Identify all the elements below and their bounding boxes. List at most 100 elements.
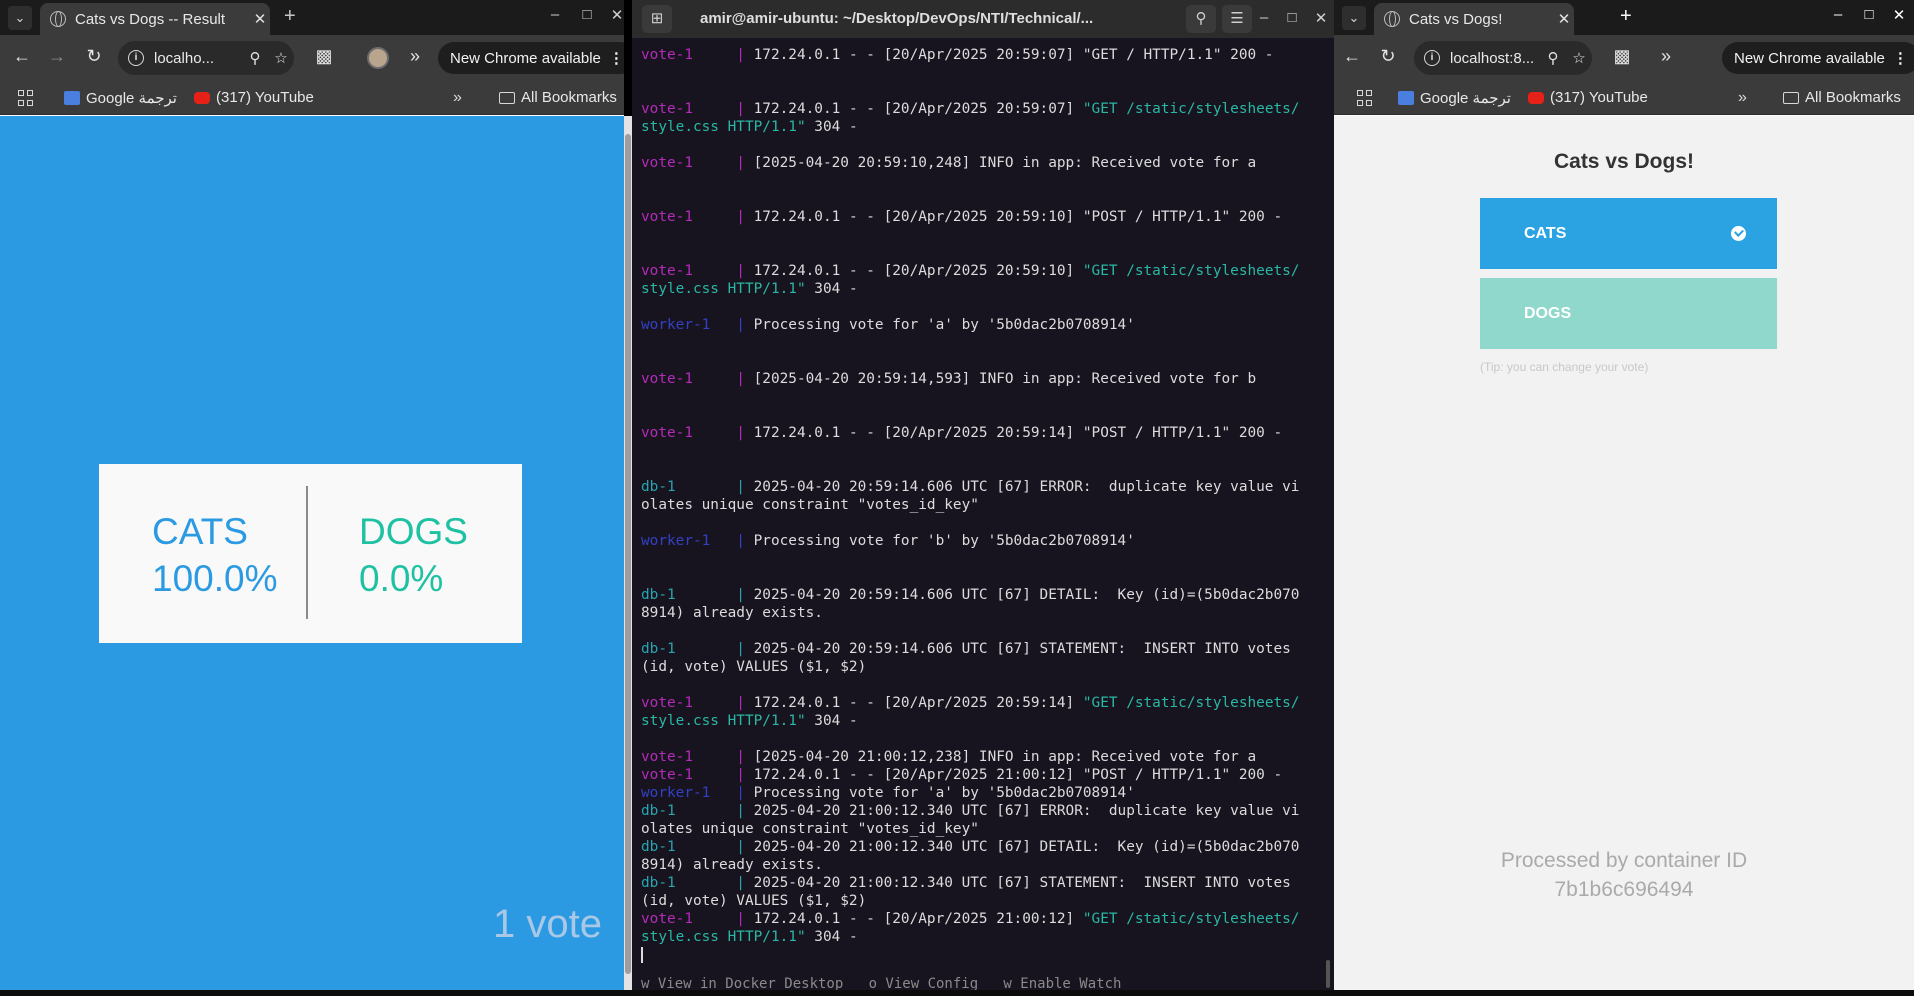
back-icon[interactable]: ← (10, 46, 34, 67)
service-name: db-1 (641, 479, 676, 495)
address-bar[interactable]: i localho... ⚲ ☆ (118, 41, 294, 75)
bookmarks-overflow-icon[interactable]: » (1738, 89, 1747, 107)
vote-cats-button[interactable]: CATS (1480, 198, 1777, 269)
tab-result[interactable]: Cats vs Dogs -- Result ✕ (40, 3, 270, 35)
terminal-line: 8914) already exists. (641, 856, 1315, 874)
close-icon[interactable]: ✕ (1309, 9, 1333, 27)
bookmark-label: Google ترجمة (86, 90, 177, 107)
close-tab-icon[interactable]: ✕ (1554, 10, 1574, 28)
service-name: db-1 (641, 839, 676, 855)
bookmark-star-icon[interactable]: ☆ (1566, 49, 1592, 67)
service-separator: | (692, 425, 754, 441)
close-window-icon[interactable]: ✕ (607, 6, 624, 24)
all-bookmarks[interactable]: All Bookmarks (1783, 89, 1901, 106)
bookmark-youtube[interactable]: (317) YouTube (1528, 89, 1648, 106)
hamburger-icon: ☰ (1230, 10, 1244, 27)
extensions-icon[interactable]: ▩ (1610, 46, 1634, 67)
service-name: vote-1 (641, 101, 693, 117)
log-status: 304 - (805, 281, 858, 297)
scrollbar-thumb[interactable] (625, 134, 631, 974)
maximize-icon[interactable]: □ (577, 6, 597, 23)
bookmark-label: (317) YouTube (216, 89, 314, 106)
vote-page: Cats vs Dogs! CATS DOGS (Tip: you can ch… (1334, 116, 1914, 990)
minimize-icon[interactable]: – (545, 6, 565, 23)
service-separator: | (692, 749, 754, 765)
new-chrome-available-button[interactable]: New Chrome available ⋮ (438, 42, 624, 74)
new-tab-icon[interactable]: + (1620, 5, 1632, 28)
apps-grid-icon[interactable] (18, 90, 34, 106)
profile-avatar[interactable] (367, 47, 389, 69)
terminal-line: vote-1 | 172.24.0.1 - - [20/Apr/2025 20:… (641, 694, 1315, 712)
close-window-icon[interactable]: ✕ (1889, 6, 1909, 24)
service-name: worker-1 (641, 317, 711, 333)
bookmark-google-translate[interactable]: Google ترجمة (64, 89, 177, 107)
url-text: localhost:8... (1450, 49, 1535, 67)
dogs-label: DOGS (359, 511, 468, 552)
terminal-line: (id, vote) VALUES ($1, $2) (641, 892, 1315, 910)
back-icon[interactable]: ← (1340, 46, 1364, 67)
minimize-icon[interactable]: – (1252, 9, 1276, 26)
terminal-line: (id, vote) VALUES ($1, $2) (641, 658, 1315, 676)
service-separator: | (710, 317, 754, 333)
log-text: 2025-04-20 21:00:12.340 UTC [67] DETAIL:… (753, 839, 1300, 855)
tab-search-icon[interactable]: ⌄ (8, 6, 32, 30)
tab-search-icon[interactable]: ⌄ (1342, 6, 1366, 30)
folder-icon (1783, 91, 1799, 104)
service-separator: | (675, 479, 754, 495)
terminal-line: worker-1 | Processing vote for 'a' by '5… (641, 316, 1315, 334)
menu-dots-icon: ⋮ (608, 50, 624, 67)
new-chrome-available-button[interactable]: New Chrome available ⋮ (1722, 42, 1914, 74)
address-bar[interactable]: i localhost:8... ⚲ ☆ (1414, 41, 1592, 75)
vote-tip: (Tip: you can change your vote) (1480, 360, 1649, 374)
terminal-scrollbar[interactable] (1326, 960, 1330, 988)
overflow-chevron-icon[interactable]: » (1654, 46, 1678, 67)
reload-icon[interactable]: ↻ (1376, 46, 1400, 67)
log-request-path: "GET /static/stylesheets/ (1082, 101, 1300, 117)
all-bookmarks-label: All Bookmarks (521, 89, 617, 106)
terminal-line: vote-1 | [2025-04-20 21:00:12,238] INFO … (641, 748, 1315, 766)
tab-vote[interactable]: Cats vs Dogs! ✕ (1374, 3, 1574, 35)
zoom-icon[interactable]: ⚲ (242, 49, 268, 67)
terminal-output[interactable]: vote-1 | 172.24.0.1 - - [20/Apr/2025 20:… (641, 46, 1315, 964)
site-info-icon[interactable]: i (1424, 50, 1440, 66)
minimize-icon[interactable]: – (1828, 6, 1848, 23)
dogs-percentage: 0.0% (359, 558, 444, 599)
scrollbar[interactable] (624, 116, 632, 990)
log-text: 2025-04-20 21:00:12.340 UTC [67] ERROR: … (753, 803, 1300, 819)
new-tab-icon[interactable]: + (284, 5, 296, 28)
terminal-window: ⊞ amir@amir-ubuntu: ~/Desktop/DevOps/NTI… (632, 0, 1334, 990)
divider (306, 486, 308, 619)
check-circle-icon (1731, 226, 1746, 241)
youtube-icon (194, 91, 210, 104)
bookmarks-overflow-icon[interactable]: » (453, 89, 462, 107)
forward-icon[interactable]: → (45, 46, 69, 67)
site-info-icon[interactable]: i (128, 50, 144, 66)
log-text: 172.24.0.1 - - [20/Apr/2025 20:59:14] "P… (753, 425, 1283, 441)
extensions-icon[interactable]: ▩ (312, 46, 336, 67)
apps-grid-icon[interactable] (1357, 90, 1373, 106)
google-translate-icon (64, 91, 80, 105)
all-bookmarks[interactable]: All Bookmarks (499, 89, 617, 106)
maximize-icon[interactable]: □ (1280, 9, 1304, 26)
terminal-line: worker-1 | Processing vote for 'b' by '5… (641, 532, 1315, 550)
bookmark-google-translate[interactable]: Google ترجمة (1398, 89, 1511, 107)
log-text: 8914) already exists. (641, 605, 823, 621)
vote-dogs-button[interactable]: DOGS (1480, 278, 1777, 349)
bookmark-youtube[interactable]: (317) YouTube (194, 89, 314, 106)
result-browser-window: ⌄ Cats vs Dogs -- Result ✕ + – □ ✕ ← → ↻… (0, 0, 624, 990)
overflow-chevron-icon[interactable]: » (403, 46, 427, 67)
url-text: localho... (154, 49, 215, 67)
maximize-icon[interactable]: □ (1859, 6, 1879, 23)
reload-icon[interactable]: ↻ (82, 46, 106, 67)
zoom-icon[interactable]: ⚲ (1540, 49, 1566, 67)
log-text: Processing vote for 'a' by '5b0dac2b0708… (753, 785, 1135, 801)
close-tab-icon[interactable]: ✕ (250, 10, 270, 28)
bookmark-star-icon[interactable]: ☆ (268, 49, 294, 67)
